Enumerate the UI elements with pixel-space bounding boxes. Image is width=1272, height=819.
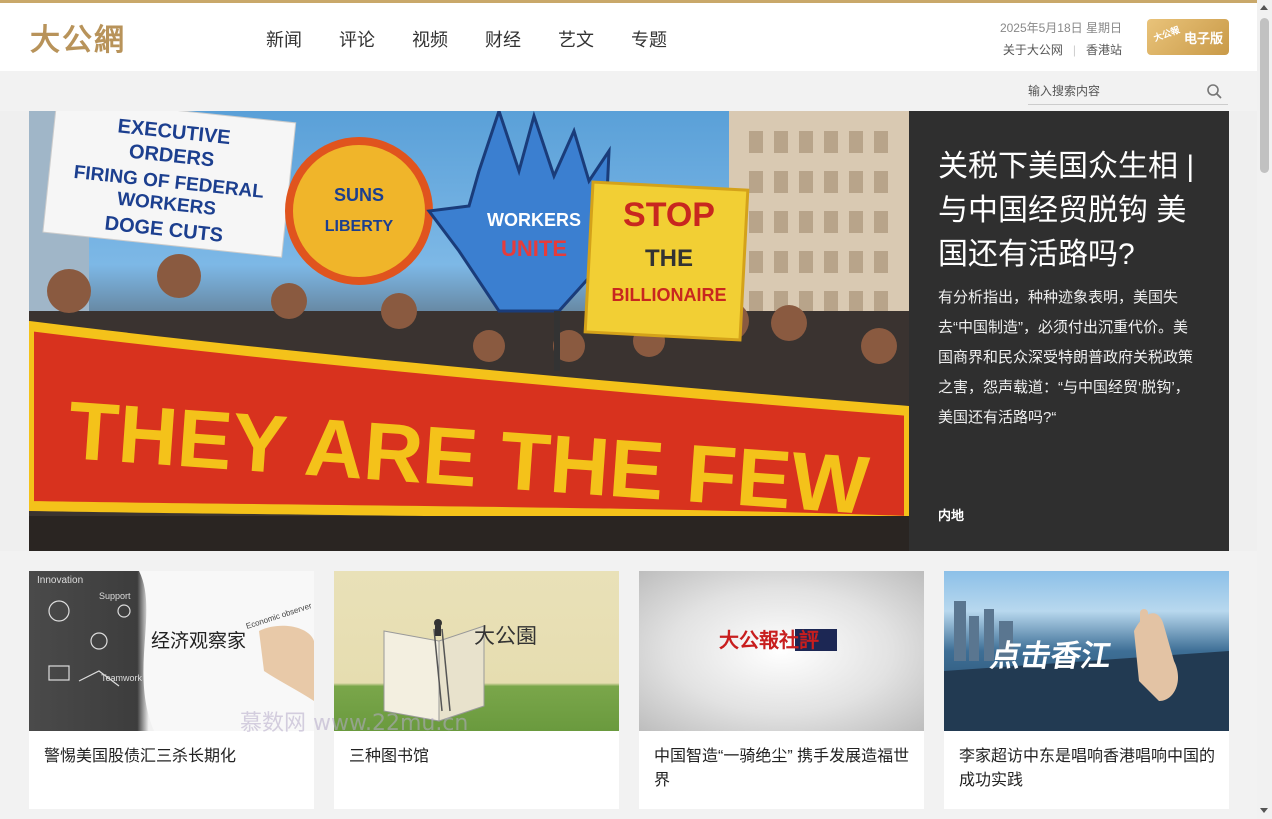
site-logo[interactable]: 大公網	[30, 19, 126, 58]
svg-text:WORKERS: WORKERS	[487, 210, 581, 230]
nav-culture[interactable]: 艺文	[558, 26, 594, 52]
svg-text:SUNS: SUNS	[334, 185, 384, 205]
svg-text:STOP: STOP	[623, 196, 715, 234]
news-card[interactable]: 点击香江 李家超访中东是唱响香港唱响中国的成功实践	[944, 571, 1229, 809]
about-link[interactable]: 关于大公网	[1003, 43, 1063, 57]
search-input[interactable]	[1028, 80, 1198, 102]
nav-opinion[interactable]: 评论	[339, 26, 375, 52]
card-thumbnail: 大公報社評	[639, 571, 924, 731]
scroll-down-arrow-icon[interactable]	[1260, 808, 1268, 813]
svg-text:UNITE: UNITE	[501, 236, 567, 261]
svg-text:THE: THE	[645, 245, 693, 272]
epaper-logo-icon: 大公報	[1152, 25, 1182, 45]
logo-text: 大公網	[30, 23, 126, 58]
protest-photo: EXECUTIVE ORDERS FIRING OF FEDERAL WORKE…	[29, 111, 909, 551]
header-info: 2025年5月18日 星期日 关于大公网 | 香港站	[1000, 17, 1122, 61]
nav-finance[interactable]: 财经	[485, 26, 521, 52]
link-divider: |	[1072, 43, 1076, 57]
scroll-up-arrow-icon[interactable]	[1260, 5, 1268, 10]
card-thumb-title: 大公園	[474, 624, 537, 648]
svg-text:Support: Support	[99, 591, 131, 601]
news-card[interactable]: 大公園 三种图书馆	[334, 571, 619, 809]
watermark: 慕数网 www.22mu.cn	[240, 711, 469, 736]
hero-category-link[interactable]: 内地	[938, 505, 964, 524]
card-title[interactable]: 李家超访中东是唱响香港唱响中国的成功实践	[944, 731, 1229, 793]
hero-image[interactable]: EXECUTIVE ORDERS FIRING OF FEDERAL WORKE…	[29, 111, 909, 551]
scrollbar-thumb[interactable]	[1260, 18, 1269, 173]
search-box	[1028, 80, 1228, 105]
hongkong-skyline-image: 点击香江	[944, 601, 1229, 731]
search-icon[interactable]	[1206, 83, 1222, 99]
svg-text:BILLIONAIRE: BILLIONAIRE	[612, 285, 727, 305]
page-scrollbar[interactable]	[1257, 0, 1272, 819]
search-bar-strip	[0, 71, 1257, 111]
main-nav: 新闻 评论 视频 财经 艺文 专题	[266, 26, 704, 52]
svg-text:Teamwork: Teamwork	[101, 673, 143, 683]
nav-video[interactable]: 视频	[412, 26, 448, 52]
svg-text:Innovation: Innovation	[37, 575, 83, 586]
current-date: 2025年5月18日 星期日	[999, 21, 1122, 35]
editorial-logo-image: 大公報社評	[719, 628, 837, 652]
card-thumb-title: 大公報社評	[719, 628, 819, 652]
nav-topics[interactable]: 专题	[631, 26, 667, 52]
card-thumb-title: 点击香江	[988, 639, 1114, 674]
epaper-button[interactable]: 大公報 电子版	[1147, 19, 1229, 55]
hero-text-panel: 关税下美国众生相 | 与中国经贸脱钩 美国还有活路吗? 有分析指出，种种迹象表明…	[909, 111, 1229, 551]
hero-headline[interactable]: 关税下美国众生相 | 与中国经贸脱钩 美国还有活路吗?	[938, 145, 1208, 277]
svg-text:LIBERTY: LIBERTY	[325, 218, 394, 235]
card-thumbnail: 点击香江	[944, 571, 1229, 731]
site-header: 大公網 新闻 评论 视频 财经 艺文 专题 2025年5月18日 星期日 关于大…	[0, 3, 1257, 71]
nav-news[interactable]: 新闻	[266, 26, 302, 52]
news-card[interactable]: Innovation Support Teamwork 经济观察家 Econom…	[29, 571, 314, 809]
hongkong-site-link[interactable]: 香港站	[1086, 43, 1122, 57]
card-title[interactable]: 中国智造“一骑绝尘” 携手发展造福世界	[639, 731, 924, 793]
card-thumb-title: 经济观察家	[151, 630, 246, 652]
hero-summary: 有分析指出，种种迹象表明，美国失去“中国制造”，必须付出沉重代价。美国商界和民众…	[938, 289, 1194, 426]
news-card[interactable]: 大公報社評 中国智造“一骑绝尘” 携手发展造福世界	[639, 571, 924, 809]
epaper-label: 电子版	[1183, 30, 1223, 46]
